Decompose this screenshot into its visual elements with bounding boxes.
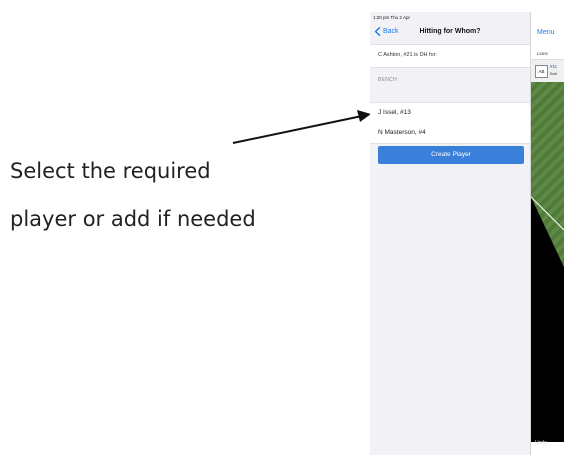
at-bat-badge: AB bbox=[535, 65, 548, 78]
batter-subtext: Batt bbox=[550, 71, 558, 76]
scoring-panel: Menu Lions AB #11 Batt Undo bbox=[531, 12, 564, 455]
ipad-screen: 1:20 pm Thu 2 Apr Back Hitting for Whom?… bbox=[370, 12, 564, 455]
dh-info-text: C Ashton, #21 is DH for: bbox=[378, 52, 437, 58]
bench-section-header: BENCH bbox=[378, 77, 398, 83]
bench-player-row[interactable]: J Issel, #13 bbox=[370, 102, 530, 124]
menu-button[interactable]: Menu bbox=[537, 29, 555, 36]
batter-number: #11 bbox=[550, 64, 558, 69]
screenshot-stage: Select the required player or add if nee… bbox=[0, 0, 564, 455]
team-label: Lions bbox=[537, 51, 548, 56]
annotation-line-1: Select the required bbox=[10, 159, 211, 183]
bench-player-label: N Masterson, #4 bbox=[378, 129, 426, 136]
create-player-button[interactable]: Create Player bbox=[378, 146, 524, 164]
current-batter-row[interactable]: AB #11 Batt bbox=[531, 59, 564, 83]
bench-player-label: J Issel, #13 bbox=[378, 109, 411, 116]
bench-player-row[interactable]: N Masterson, #4 bbox=[370, 123, 530, 144]
baseball-field[interactable] bbox=[531, 82, 564, 442]
field-graphic bbox=[531, 82, 564, 442]
dh-info-row: C Ashton, #21 is DH for: bbox=[370, 44, 530, 68]
hitting-for-whom-panel: 1:20 pm Thu 2 Apr Back Hitting for Whom?… bbox=[370, 12, 531, 455]
annotation-line-2: player or add if needed bbox=[10, 207, 256, 231]
status-bar-time: 1:20 pm Thu 2 Apr bbox=[373, 15, 410, 20]
nav-bar: Back Hitting for Whom? bbox=[370, 25, 530, 41]
undo-button[interactable]: Undo bbox=[535, 440, 547, 446]
page-title: Hitting for Whom? bbox=[419, 28, 481, 35]
